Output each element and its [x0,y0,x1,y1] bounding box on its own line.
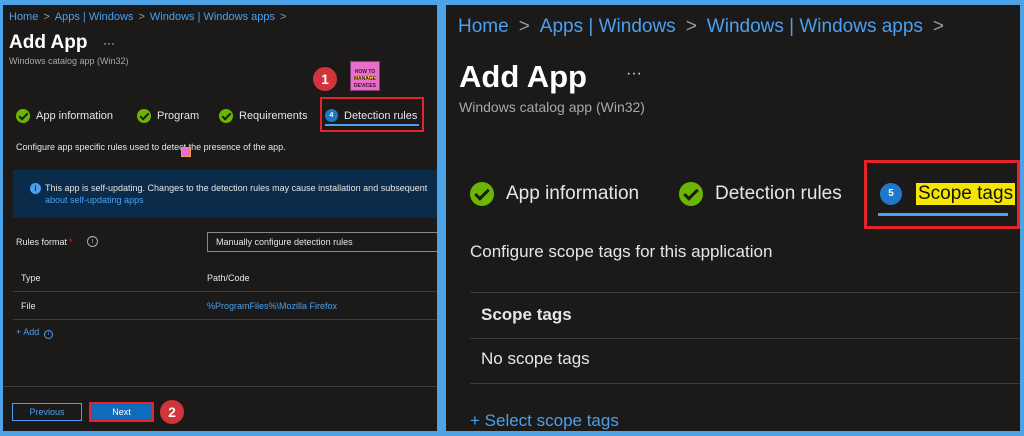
self-updating-apps-link[interactable]: about self-updating apps [45,195,144,205]
highlight-box-detection-rules [320,97,424,132]
section-description: Configure app specific rules used to det… [16,142,286,152]
add-rule-button[interactable]: + Add i [16,327,53,339]
breadcrumb-separator: > [138,11,145,23]
htmd-logo: HOW TO MANAGE DEVICES [350,61,380,91]
breadcrumb-home[interactable]: Home [458,16,509,37]
info-circle-icon[interactable]: i [87,236,98,247]
page-title: Add App [9,32,88,53]
info-icon: i [30,183,41,194]
checkmark-icon [16,109,30,123]
breadcrumb-separator: > [518,16,530,37]
checkmark-icon [137,109,151,123]
table-divider [470,383,1020,384]
breadcrumb-separator: > [43,11,50,23]
table-divider [470,338,1020,339]
column-header-type: Type [21,273,41,283]
table-divider [470,292,1020,293]
tab-program[interactable]: Program [137,109,199,123]
breadcrumb: Home > Apps | Windows > Windows | Windows ap… [9,11,291,23]
page-subtitle: Windows catalog app (Win32) [9,56,129,66]
tab-label: Program [157,110,200,122]
breadcrumb-home[interactable]: Home [9,11,38,23]
footer-divider [3,386,437,387]
right-screenshot-panel: Home > Apps | Windows > Windows | Windows ap… [446,5,1020,431]
tab-detection-rules[interactable]: Detection rules [679,182,842,206]
checkmark-icon [219,109,233,123]
empty-state-text: No scope tags [481,349,590,368]
next-button[interactable]: Next [89,402,154,422]
step-badge-2: 2 [160,400,184,424]
column-header-path: Path/Code [207,273,250,283]
rule-path-link[interactable]: %ProgramFiles%\Mozilla Firefox [207,301,337,311]
info-banner: i This app is self-updating. Changes to … [13,170,437,218]
column-header-scope-tags: Scope tags [481,305,572,324]
rule-type: File [21,301,36,311]
breadcrumb-apps-windows[interactable]: Apps | Windows [55,11,134,23]
breadcrumb-separator: > [685,16,697,37]
breadcrumb: Home > Apps | Windows > Windows | Windows ap… [458,16,954,38]
watermark-logo [181,147,191,157]
breadcrumb-windows-apps[interactable]: Windows | Windows apps [150,11,275,23]
tab-app-information[interactable]: App information [16,109,113,123]
more-options-icon[interactable]: ··· [626,65,642,83]
tab-label: Requirements [239,110,308,122]
breadcrumb-separator: > [932,16,945,37]
tab-label: App information [506,183,640,204]
table-row[interactable]: File %ProgramFiles%\Mozilla Firefox [13,292,437,320]
rules-format-label: Rules format * [16,237,73,247]
checkmark-icon [470,182,494,206]
tab-requirements[interactable]: Requirements [219,109,307,123]
page-title: Add App [459,59,587,94]
tab-label: Detection rules [715,183,842,204]
breadcrumb-apps-windows[interactable]: Apps | Windows [540,16,676,37]
active-tab-underline [878,213,1008,216]
previous-button[interactable]: Previous [12,403,82,421]
detection-rules-table: Type Path/Code File %ProgramFiles%\Mozil… [13,264,437,320]
breadcrumb-windows-apps[interactable]: Windows | Windows apps [707,16,923,37]
page-subtitle: Windows catalog app (Win32) [459,99,645,115]
select-scope-tags-link[interactable]: + Select scope tags [470,411,619,431]
step-badge-1: 1 [313,67,337,91]
rules-format-dropdown[interactable]: Manually configure detection rules [207,232,437,252]
highlight-box-scope-tags [864,160,1020,229]
info-text: This app is self-updating. Changes to th… [45,183,428,193]
checkmark-icon [679,182,703,206]
tab-label: App information [36,110,114,122]
tab-app-information[interactable]: App information [470,182,639,206]
table-header-row: Type Path/Code [13,264,437,292]
more-options-icon[interactable]: ··· [103,36,115,50]
section-description: Configure scope tags for this applicatio… [470,242,773,261]
left-screenshot-panel: Home > Apps | Windows > Windows | Windows ap… [3,5,437,431]
info-circle-icon: i [43,330,53,339]
breadcrumb-separator: > [280,11,287,23]
active-tab-underline [325,124,419,126]
